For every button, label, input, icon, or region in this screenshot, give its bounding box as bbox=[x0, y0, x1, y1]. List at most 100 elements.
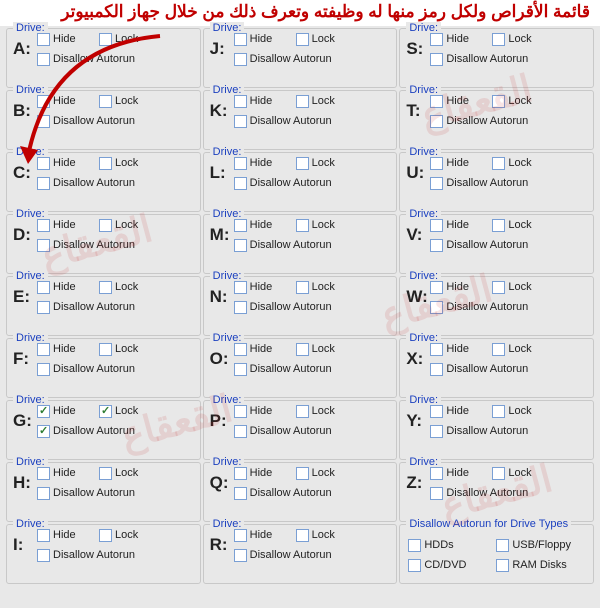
checkbox-box[interactable] bbox=[37, 239, 50, 252]
disallow-checkbox[interactable]: Disallow Autorun bbox=[37, 53, 135, 66]
lock-checkbox[interactable]: Lock bbox=[492, 157, 552, 170]
checkbox-box[interactable] bbox=[37, 301, 50, 314]
checkbox-box[interactable] bbox=[430, 281, 443, 294]
checkbox-box[interactable] bbox=[496, 559, 509, 572]
hide-checkbox[interactable]: Hide bbox=[37, 405, 97, 418]
lock-checkbox[interactable]: Lock bbox=[492, 95, 552, 108]
hide-checkbox[interactable]: Hide bbox=[37, 343, 97, 356]
checkbox-box[interactable] bbox=[430, 33, 443, 46]
lock-checkbox[interactable]: Lock bbox=[296, 281, 356, 294]
checkbox-box[interactable] bbox=[496, 539, 509, 552]
lock-checkbox[interactable]: Lock bbox=[99, 467, 159, 480]
checkbox-box[interactable] bbox=[99, 157, 112, 170]
hide-checkbox[interactable]: Hide bbox=[234, 95, 294, 108]
checkbox-box[interactable] bbox=[234, 115, 247, 128]
checkbox-box[interactable] bbox=[234, 467, 247, 480]
lock-checkbox[interactable]: Lock bbox=[296, 219, 356, 232]
lock-checkbox[interactable]: Lock bbox=[99, 281, 159, 294]
checkbox-box[interactable] bbox=[234, 549, 247, 562]
lock-checkbox[interactable]: Lock bbox=[99, 157, 159, 170]
checkbox-box[interactable] bbox=[234, 33, 247, 46]
hide-checkbox[interactable]: Hide bbox=[234, 467, 294, 480]
checkbox-box[interactable] bbox=[296, 467, 309, 480]
hide-checkbox[interactable]: Hide bbox=[430, 95, 490, 108]
checkbox-box[interactable] bbox=[492, 219, 505, 232]
checkbox-box[interactable] bbox=[296, 529, 309, 542]
checkbox-box[interactable] bbox=[234, 425, 247, 438]
checkbox-box[interactable] bbox=[430, 219, 443, 232]
disallow-checkbox[interactable]: Disallow Autorun bbox=[430, 239, 528, 252]
type-cddvd-checkbox[interactable]: CD/DVD bbox=[408, 559, 494, 572]
type-ram-checkbox[interactable]: RAM Disks bbox=[496, 559, 582, 572]
disallow-checkbox[interactable]: Disallow Autorun bbox=[37, 425, 135, 438]
checkbox-box[interactable] bbox=[234, 343, 247, 356]
hide-checkbox[interactable]: Hide bbox=[234, 219, 294, 232]
checkbox-box[interactable] bbox=[37, 549, 50, 562]
checkbox-box[interactable] bbox=[296, 281, 309, 294]
checkbox-box[interactable] bbox=[37, 425, 50, 438]
hide-checkbox[interactable]: Hide bbox=[37, 219, 97, 232]
checkbox-box[interactable] bbox=[408, 539, 421, 552]
checkbox-box[interactable] bbox=[37, 177, 50, 190]
disallow-checkbox[interactable]: Disallow Autorun bbox=[234, 487, 332, 500]
lock-checkbox[interactable]: Lock bbox=[296, 343, 356, 356]
checkbox-box[interactable] bbox=[99, 219, 112, 232]
hide-checkbox[interactable]: Hide bbox=[430, 33, 490, 46]
type-usb-checkbox[interactable]: USB/Floppy bbox=[496, 539, 582, 552]
hide-checkbox[interactable]: Hide bbox=[430, 467, 490, 480]
checkbox-box[interactable] bbox=[37, 529, 50, 542]
disallow-checkbox[interactable]: Disallow Autorun bbox=[37, 115, 135, 128]
lock-checkbox[interactable]: Lock bbox=[99, 219, 159, 232]
hide-checkbox[interactable]: Hide bbox=[37, 529, 97, 542]
disallow-checkbox[interactable]: Disallow Autorun bbox=[234, 177, 332, 190]
checkbox-box[interactable] bbox=[37, 219, 50, 232]
hide-checkbox[interactable]: Hide bbox=[37, 467, 97, 480]
hide-checkbox[interactable]: Hide bbox=[430, 219, 490, 232]
checkbox-box[interactable] bbox=[430, 363, 443, 376]
checkbox-box[interactable] bbox=[234, 219, 247, 232]
checkbox-box[interactable] bbox=[430, 405, 443, 418]
checkbox-box[interactable] bbox=[296, 33, 309, 46]
checkbox-box[interactable] bbox=[430, 301, 443, 314]
lock-checkbox[interactable]: Lock bbox=[296, 33, 356, 46]
disallow-checkbox[interactable]: Disallow Autorun bbox=[37, 239, 135, 252]
checkbox-box[interactable] bbox=[37, 33, 50, 46]
disallow-checkbox[interactable]: Disallow Autorun bbox=[430, 53, 528, 66]
checkbox-box[interactable] bbox=[234, 157, 247, 170]
lock-checkbox[interactable]: Lock bbox=[99, 33, 159, 46]
hide-checkbox[interactable]: Hide bbox=[234, 281, 294, 294]
checkbox-box[interactable] bbox=[492, 343, 505, 356]
checkbox-box[interactable] bbox=[296, 405, 309, 418]
lock-checkbox[interactable]: Lock bbox=[492, 33, 552, 46]
type-hdds-checkbox[interactable]: HDDs bbox=[408, 539, 494, 552]
checkbox-box[interactable] bbox=[234, 487, 247, 500]
checkbox-box[interactable] bbox=[296, 343, 309, 356]
checkbox-box[interactable] bbox=[99, 405, 112, 418]
disallow-checkbox[interactable]: Disallow Autorun bbox=[37, 363, 135, 376]
hide-checkbox[interactable]: Hide bbox=[37, 281, 97, 294]
checkbox-box[interactable] bbox=[234, 529, 247, 542]
lock-checkbox[interactable]: Lock bbox=[492, 219, 552, 232]
lock-checkbox[interactable]: Lock bbox=[296, 529, 356, 542]
checkbox-box[interactable] bbox=[430, 239, 443, 252]
checkbox-box[interactable] bbox=[37, 343, 50, 356]
checkbox-box[interactable] bbox=[37, 405, 50, 418]
hide-checkbox[interactable]: Hide bbox=[430, 343, 490, 356]
disallow-checkbox[interactable]: Disallow Autorun bbox=[37, 487, 135, 500]
lock-checkbox[interactable]: Lock bbox=[99, 405, 159, 418]
hide-checkbox[interactable]: Hide bbox=[234, 405, 294, 418]
lock-checkbox[interactable]: Lock bbox=[492, 405, 552, 418]
disallow-checkbox[interactable]: Disallow Autorun bbox=[234, 301, 332, 314]
checkbox-box[interactable] bbox=[430, 343, 443, 356]
disallow-checkbox[interactable]: Disallow Autorun bbox=[234, 549, 332, 562]
checkbox-box[interactable] bbox=[99, 33, 112, 46]
checkbox-box[interactable] bbox=[234, 177, 247, 190]
disallow-checkbox[interactable]: Disallow Autorun bbox=[37, 549, 135, 562]
hide-checkbox[interactable]: Hide bbox=[234, 529, 294, 542]
hide-checkbox[interactable]: Hide bbox=[234, 33, 294, 46]
disallow-checkbox[interactable]: Disallow Autorun bbox=[37, 177, 135, 190]
disallow-checkbox[interactable]: Disallow Autorun bbox=[234, 363, 332, 376]
checkbox-box[interactable] bbox=[37, 467, 50, 480]
checkbox-box[interactable] bbox=[296, 157, 309, 170]
checkbox-box[interactable] bbox=[430, 53, 443, 66]
